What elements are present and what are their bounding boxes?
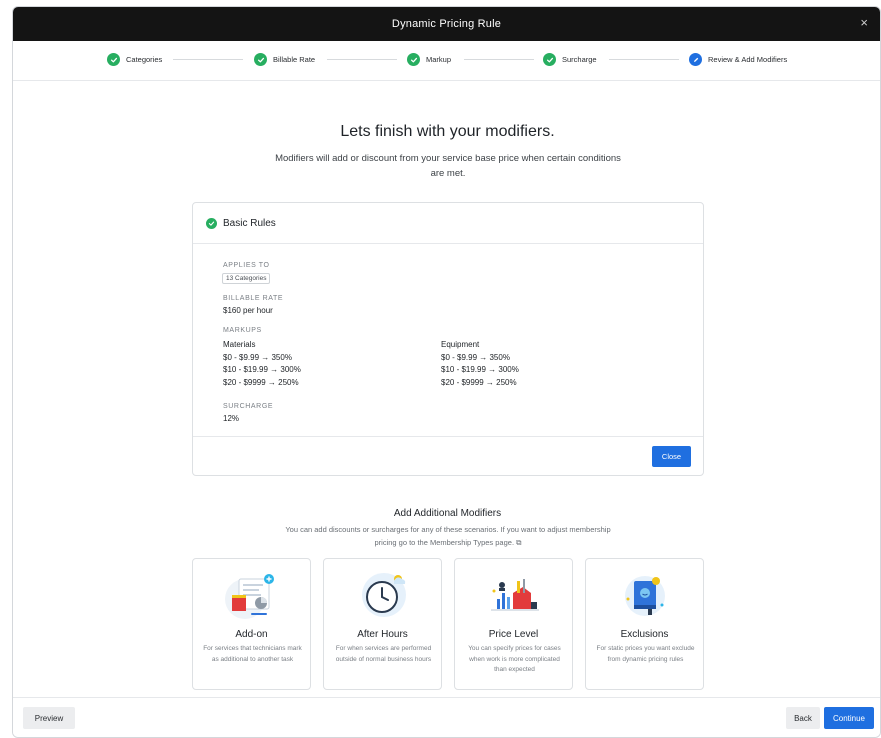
modifier-name: Price Level bbox=[488, 629, 539, 640]
modifier-description: You can specify prices for cases when wo… bbox=[468, 645, 561, 673]
check-icon bbox=[107, 53, 120, 66]
preview-button[interactable]: Preview bbox=[23, 707, 75, 729]
price-level-illustration-icon bbox=[491, 579, 539, 611]
step-markup[interactable]: Markup bbox=[407, 53, 451, 66]
materials-title: Materials bbox=[223, 340, 256, 349]
progress-stepper: Categories Billable Rate Markup Surcharg… bbox=[13, 41, 880, 81]
check-icon bbox=[543, 53, 556, 66]
materials-tier: $0 - $9.99 → 350% bbox=[223, 352, 292, 362]
equipment-tier: $20 - $9999 → 250% bbox=[441, 377, 517, 387]
close-button[interactable]: Close bbox=[652, 446, 691, 467]
materials-tier: $10 - $19.99 → 300% bbox=[223, 365, 301, 374]
external-link-icon[interactable]: ⧉ bbox=[516, 538, 521, 547]
clock-icon bbox=[362, 573, 406, 617]
step-review-add-modifiers[interactable]: Review & Add Modifiers bbox=[689, 53, 787, 66]
page-title: Lets finish with your modifiers. bbox=[340, 123, 555, 140]
step-connector bbox=[327, 59, 397, 60]
modifier-description: For when services are performed outside … bbox=[335, 645, 432, 663]
materials-tier: $20 - $9999 → 250% bbox=[223, 377, 299, 387]
modifier-card-price-level[interactable]: Price Level You can specify prices for c… bbox=[454, 558, 573, 690]
step-label: Markup bbox=[426, 55, 452, 64]
basic-rules-header: Basic Rules bbox=[193, 203, 703, 244]
step-label: Surcharge bbox=[562, 55, 597, 64]
check-icon bbox=[254, 53, 267, 66]
step-billable-rate[interactable]: Billable Rate bbox=[254, 53, 315, 66]
equipment-tier: $0 - $9.99 → 350% bbox=[441, 352, 510, 362]
step-surcharge[interactable]: Surcharge bbox=[543, 53, 597, 66]
basic-rules-title: Basic Rules bbox=[223, 217, 276, 229]
modifiers-subtitle-text: You can add discounts or surcharges for … bbox=[285, 525, 611, 547]
close-icon[interactable]: × bbox=[860, 16, 868, 30]
equipment-title: Equipment bbox=[441, 340, 480, 349]
modifiers-subtitle: You can add discounts or surcharges for … bbox=[283, 524, 613, 549]
step-connector bbox=[609, 59, 679, 60]
surcharge-value: 12% bbox=[223, 414, 240, 423]
dialog-header: Dynamic Pricing Rule × bbox=[13, 7, 880, 41]
basic-rules-card: Basic Rules APPLIES TO 13 Categories BIL… bbox=[192, 202, 704, 476]
modifier-name: Exclusions bbox=[620, 629, 669, 640]
step-connector bbox=[464, 59, 534, 60]
dialog: Dynamic Pricing Rule × Categories Billab… bbox=[12, 6, 881, 738]
back-button[interactable]: Back bbox=[786, 707, 820, 729]
modifier-card-exclusions[interactable]: Exclusions For static prices you want ex… bbox=[585, 558, 704, 690]
exclusions-book-icon bbox=[625, 576, 665, 616]
equipment-tier: $10 - $19.99 → 300% bbox=[441, 365, 519, 374]
basic-rules-footer: Close bbox=[193, 436, 703, 475]
billable-rate-value: $160 per hour bbox=[223, 306, 273, 315]
surcharge-label: SURCHARGE bbox=[223, 403, 274, 410]
modifier-name: After Hours bbox=[357, 629, 408, 640]
check-icon bbox=[206, 217, 217, 229]
markups-label: MARKUPS bbox=[223, 327, 262, 334]
billable-rate-label: BILLABLE RATE bbox=[223, 295, 284, 302]
modifier-card-add-on[interactable]: Add-on For services that technicians mar… bbox=[192, 558, 311, 690]
step-connector bbox=[173, 59, 243, 60]
modifiers-title: Add Additional Modifiers bbox=[393, 508, 502, 519]
modifier-name: Add-on bbox=[235, 629, 268, 640]
check-icon bbox=[407, 53, 420, 66]
basic-rules-body: APPLIES TO 13 Categories BILLABLE RATE $… bbox=[193, 244, 703, 437]
pencil-icon bbox=[689, 53, 702, 66]
equipment-markups: Equipment $0 - $9.99 → 350% $10 - $19.99… bbox=[441, 339, 519, 389]
step-label: Categories bbox=[126, 55, 163, 64]
modifier-card-after-hours[interactable]: After Hours For when services are perfor… bbox=[323, 558, 442, 690]
step-label: Billable Rate bbox=[273, 55, 316, 64]
dialog-title: Dynamic Pricing Rule bbox=[391, 18, 502, 30]
add-on-illustration-icon bbox=[225, 574, 274, 619]
materials-markups: Materials $0 - $9.99 → 350% $10 - $19.99… bbox=[223, 339, 301, 389]
modifier-description: For services that technicians mark as ad… bbox=[203, 645, 302, 663]
continue-button[interactable]: Continue bbox=[824, 707, 874, 729]
modifier-description: For static prices you want exclude from … bbox=[596, 645, 695, 663]
page-subtitle: Modifiers will add or discount from your… bbox=[275, 153, 621, 179]
main-content: Lets finish with your modifiers. Modifie… bbox=[13, 81, 880, 699]
categories-chip: 13 Categories bbox=[222, 273, 271, 284]
dialog-footer: Preview Back Continue bbox=[13, 697, 880, 737]
step-label: Review & Add Modifiers bbox=[708, 55, 788, 64]
applies-to-label: APPLIES TO bbox=[223, 262, 270, 269]
step-categories[interactable]: Categories bbox=[107, 53, 162, 66]
